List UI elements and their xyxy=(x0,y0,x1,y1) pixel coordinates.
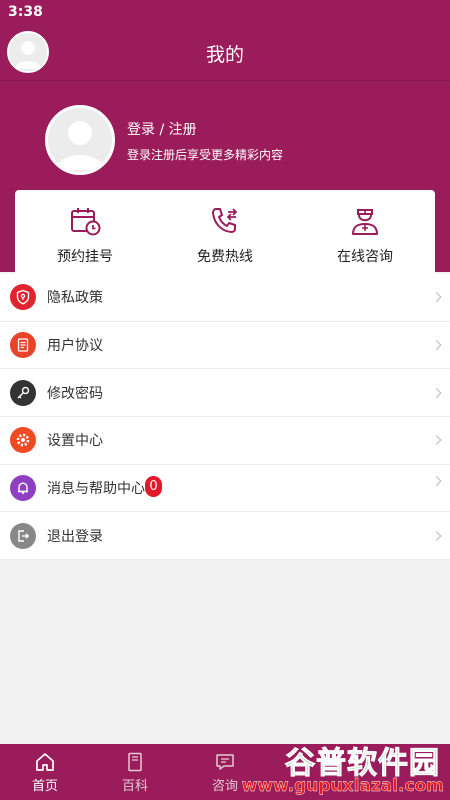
shield-icon xyxy=(10,284,36,311)
login-subtitle: 登录注册后享受更多精彩内容 xyxy=(127,148,284,162)
chevron-right-icon xyxy=(431,340,442,350)
chevron-right-icon xyxy=(431,292,442,303)
book-icon xyxy=(128,752,142,772)
notification-badge: 0 xyxy=(145,475,162,497)
nav-tab-home[interactable]: 首页 xyxy=(0,744,90,800)
menu-item-label: 修改密码 xyxy=(47,385,103,402)
profile-avatar[interactable] xyxy=(45,105,115,175)
home-icon xyxy=(36,753,54,771)
menu-item-messages-help[interactable]: 消息与帮助中心 0 xyxy=(0,465,450,513)
watermark-logo: 谷普软件园 www.gupuxlazal.com xyxy=(241,738,448,798)
menu-item-label: 退出登录 xyxy=(47,528,103,545)
menu-item-label: 设置中心 xyxy=(47,433,103,450)
quick-actions-card: 预约挂号 免费热线 在线咨询 xyxy=(15,190,435,274)
quick-action-label: 预约挂号 xyxy=(57,249,113,265)
page-title: 我的 xyxy=(205,44,244,66)
chevron-right-icon xyxy=(431,530,442,541)
nav-tab-label: 咨询 xyxy=(211,779,238,794)
settings-menu: 隐私政策 用户协议 修改密码 设置中心 消息与帮助中心 0 退出登录 xyxy=(0,274,450,561)
quick-action-hotline[interactable]: 免费热线 xyxy=(155,190,295,274)
quick-action-label: 免费热线 xyxy=(197,249,253,265)
menu-item-label: 隐私政策 xyxy=(47,290,103,307)
document-icon xyxy=(10,332,36,359)
chevron-right-icon xyxy=(431,435,442,446)
menu-item-change-password[interactable]: 修改密码 xyxy=(0,369,450,418)
login-register-link[interactable]: 登录 / 注册 xyxy=(127,119,197,139)
quick-action-consult[interactable]: 在线咨询 xyxy=(295,190,435,274)
phone-icon xyxy=(212,208,238,233)
gear-icon xyxy=(10,427,36,454)
menu-item-label: 消息与帮助中心 xyxy=(47,481,145,498)
nav-tab-label: 百科 xyxy=(121,779,148,794)
avatar-placeholder-icon xyxy=(56,121,104,170)
chat-icon xyxy=(216,754,234,770)
nav-tab-encyclopedia[interactable]: 百科 xyxy=(90,744,180,800)
chevron-right-icon xyxy=(431,476,442,487)
menu-item-label: 用户协议 xyxy=(47,338,103,355)
menu-item-settings[interactable]: 设置中心 xyxy=(0,417,450,465)
calendar-clock-icon xyxy=(71,208,101,236)
logout-icon xyxy=(10,522,36,549)
watermark-url: www.gupuxlazal.com xyxy=(241,776,444,796)
nav-tab-label: 首页 xyxy=(31,779,58,794)
key-icon xyxy=(10,379,36,406)
header-divider xyxy=(0,80,450,81)
doctor-icon xyxy=(352,209,378,235)
menu-item-privacy[interactable]: 隐私政策 xyxy=(0,274,450,322)
chevron-right-icon xyxy=(431,387,442,398)
quick-action-appointment[interactable]: 预约挂号 xyxy=(15,190,155,274)
quick-action-label: 在线咨询 xyxy=(337,249,393,265)
status-time: 3:38 xyxy=(8,4,43,20)
menu-item-user-agreement[interactable]: 用户协议 xyxy=(0,322,450,370)
menu-item-logout[interactable]: 退出登录 xyxy=(0,512,450,561)
bell-icon xyxy=(10,475,36,502)
